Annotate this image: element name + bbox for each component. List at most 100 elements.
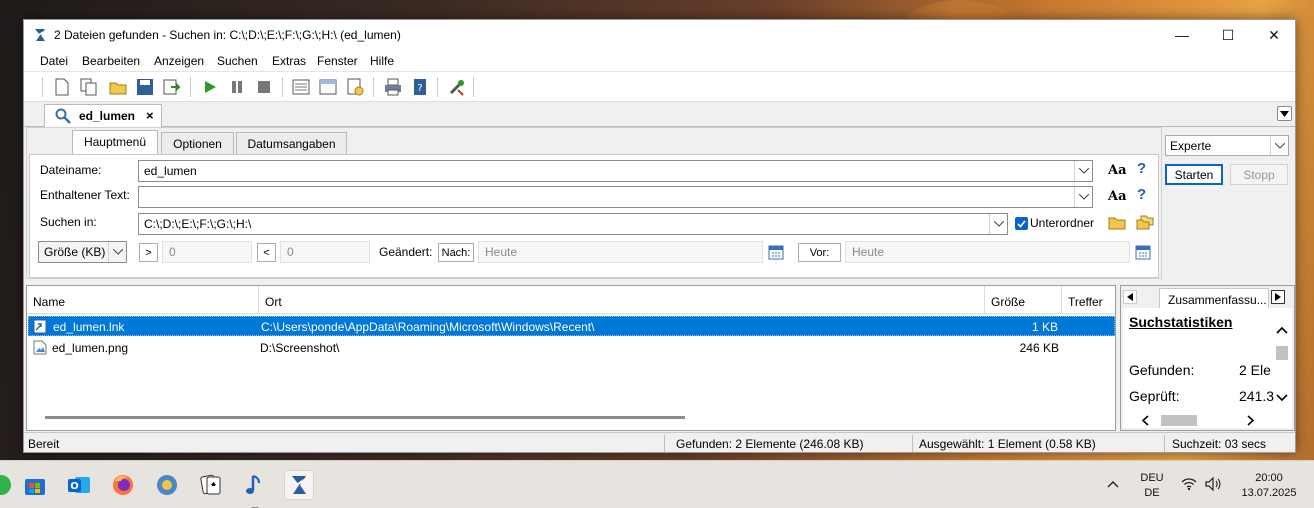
calendar-icon[interactable]: [1135, 244, 1151, 260]
menu-bearbeiten[interactable]: Bearbeiten: [82, 54, 140, 68]
column-size[interactable]: Größe: [985, 286, 1062, 314]
content-help-icon[interactable]: ?: [1137, 186, 1146, 203]
tab-list-button[interactable]: [1277, 106, 1292, 121]
export-button[interactable]: [162, 77, 182, 97]
list-view-icon: [292, 79, 310, 95]
menu-fenster[interactable]: Fenster: [317, 54, 358, 68]
close-button[interactable]: ✕: [1251, 20, 1295, 50]
view-panes-button[interactable]: [318, 77, 338, 97]
column-location[interactable]: Ort: [259, 286, 985, 314]
taskbar-music[interactable]: [240, 470, 270, 508]
summary-next-tab[interactable]: [1271, 290, 1285, 304]
size-mode-dropdown-button[interactable]: [108, 242, 126, 262]
table-row[interactable]: ed_lumen.lnk C:\Users\ponde\AppData\Roam…: [28, 316, 1115, 336]
greater-than-input[interactable]: 0: [162, 241, 252, 263]
copy-button[interactable]: [79, 77, 99, 97]
music-note-icon: [246, 475, 260, 494]
document-tab[interactable]: ed_lumen ×: [44, 104, 162, 127]
case-sensitive-button[interactable]: Aa: [1108, 163, 1127, 178]
tools-button[interactable]: [447, 77, 467, 97]
calendar-icon[interactable]: [768, 244, 784, 260]
taskbar-outlook[interactable]: O: [64, 470, 94, 500]
menu-hilfe[interactable]: Hilfe: [370, 54, 394, 68]
after-button[interactable]: Nach:: [438, 243, 474, 262]
summary-tab[interactable]: Zusammenfassu...: [1159, 288, 1269, 308]
filename-help-icon[interactable]: ?: [1137, 160, 1146, 177]
multi-folder-icon[interactable]: [1136, 215, 1154, 230]
summary-prev-tab[interactable]: [1123, 290, 1137, 304]
greater-than-button[interactable]: >: [139, 243, 158, 262]
scrollbar-thumb[interactable]: [1276, 346, 1288, 360]
summary-vertical-scrollbar[interactable]: [1274, 322, 1290, 410]
print-button[interactable]: [383, 77, 403, 97]
help-book-button[interactable]: ?: [410, 77, 430, 97]
open-button[interactable]: [108, 77, 128, 97]
taskbar-search-app[interactable]: [284, 470, 314, 500]
horizontal-scrollbar[interactable]: [45, 416, 685, 419]
tab-optionen[interactable]: Optionen: [161, 132, 234, 154]
table-row[interactable]: ed_lumen.png D:\Screenshot\ 246 KB: [28, 338, 1115, 358]
taskbar-store[interactable]: [20, 470, 50, 500]
app-sun-icon: [157, 475, 177, 495]
less-than-input[interactable]: 0: [280, 241, 370, 263]
app-icon: [35, 29, 45, 41]
menu-anzeigen[interactable]: Anzeigen: [154, 54, 204, 68]
tab-datumsangaben[interactable]: Datumsangaben: [236, 132, 347, 154]
summary-horizontal-scrollbar[interactable]: [1123, 412, 1274, 428]
content-label: Enthaltener Text:: [40, 188, 130, 202]
menu-suchen[interactable]: Suchen: [217, 54, 258, 68]
save-button[interactable]: [135, 77, 155, 97]
tools-icon: [449, 80, 464, 96]
searchin-input[interactable]: C:\;D:\;E:\;F:\;G:\;H:\: [138, 213, 1008, 235]
wifi-icon[interactable]: [1181, 477, 1197, 491]
start-search-button[interactable]: [200, 77, 220, 97]
search-window: 2 Dateien gefunden - Suchen in: C:\;D:\;…: [23, 19, 1296, 453]
scrollbar-thumb[interactable]: [1161, 415, 1197, 426]
content-dropdown-button[interactable]: [1074, 187, 1092, 207]
document-tab-close-icon[interactable]: ×: [146, 108, 154, 123]
start-button[interactable]: Starten: [1165, 164, 1223, 185]
taskbar-app-green[interactable]: [0, 470, 16, 500]
taskbar-solitaire[interactable]: [196, 470, 226, 500]
checkmark-icon: [1017, 219, 1026, 228]
view-details-button[interactable]: [291, 77, 311, 97]
mode-dropdown-button[interactable]: [1270, 136, 1288, 155]
before-button[interactable]: Vor:: [798, 243, 841, 262]
before-date-input[interactable]: Heute: [845, 241, 1130, 263]
volume-icon[interactable]: [1205, 477, 1221, 491]
browse-folder-icon[interactable]: [1108, 215, 1126, 230]
pause-button[interactable]: [227, 77, 247, 97]
maximize-button[interactable]: ☐: [1205, 20, 1251, 50]
content-case-button[interactable]: Aa: [1108, 189, 1127, 204]
stop-button[interactable]: [254, 77, 274, 97]
new-file-icon: [55, 78, 69, 96]
window-title: 2 Dateien gefunden - Suchen in: C:\;D:\;…: [54, 28, 401, 42]
size-mode-select[interactable]: Größe (KB): [38, 241, 127, 263]
export-icon: [163, 79, 181, 95]
title-bar[interactable]: 2 Dateien gefunden - Suchen in: C:\;D:\;…: [24, 20, 1295, 50]
subfolders-checkbox[interactable]: [1015, 217, 1028, 230]
store-icon: [25, 479, 45, 495]
properties-button[interactable]: [345, 77, 365, 97]
clock[interactable]: 20:00 13.07.2025: [1232, 472, 1306, 499]
after-date-input[interactable]: Heute: [478, 241, 763, 263]
content-input[interactable]: [138, 186, 1093, 208]
column-name[interactable]: Name: [27, 286, 259, 314]
chevron-up-icon: [1276, 326, 1288, 334]
tray-expand-icon[interactable]: [1107, 480, 1119, 488]
taskbar-app-sun[interactable]: [152, 470, 182, 500]
searchin-dropdown-button[interactable]: [989, 214, 1007, 234]
column-hits[interactable]: Treffer: [1062, 286, 1115, 314]
mode-select[interactable]: Experte: [1165, 135, 1289, 156]
input-language[interactable]: DEU DE: [1138, 472, 1166, 499]
menu-datei[interactable]: Datei: [40, 54, 68, 68]
new-file-button[interactable]: [52, 77, 72, 97]
minimize-button[interactable]: —: [1159, 20, 1205, 50]
menu-extras[interactable]: Extras: [272, 54, 306, 68]
less-than-button[interactable]: <: [257, 243, 276, 262]
taskbar-firefox[interactable]: [108, 470, 138, 500]
tab-hauptmenu[interactable]: Hauptmenü: [72, 130, 158, 155]
filename-dropdown-button[interactable]: [1074, 161, 1092, 181]
filename-input[interactable]: ed_lumen: [138, 160, 1093, 182]
stop-search-button[interactable]: Stopp: [1230, 164, 1288, 185]
